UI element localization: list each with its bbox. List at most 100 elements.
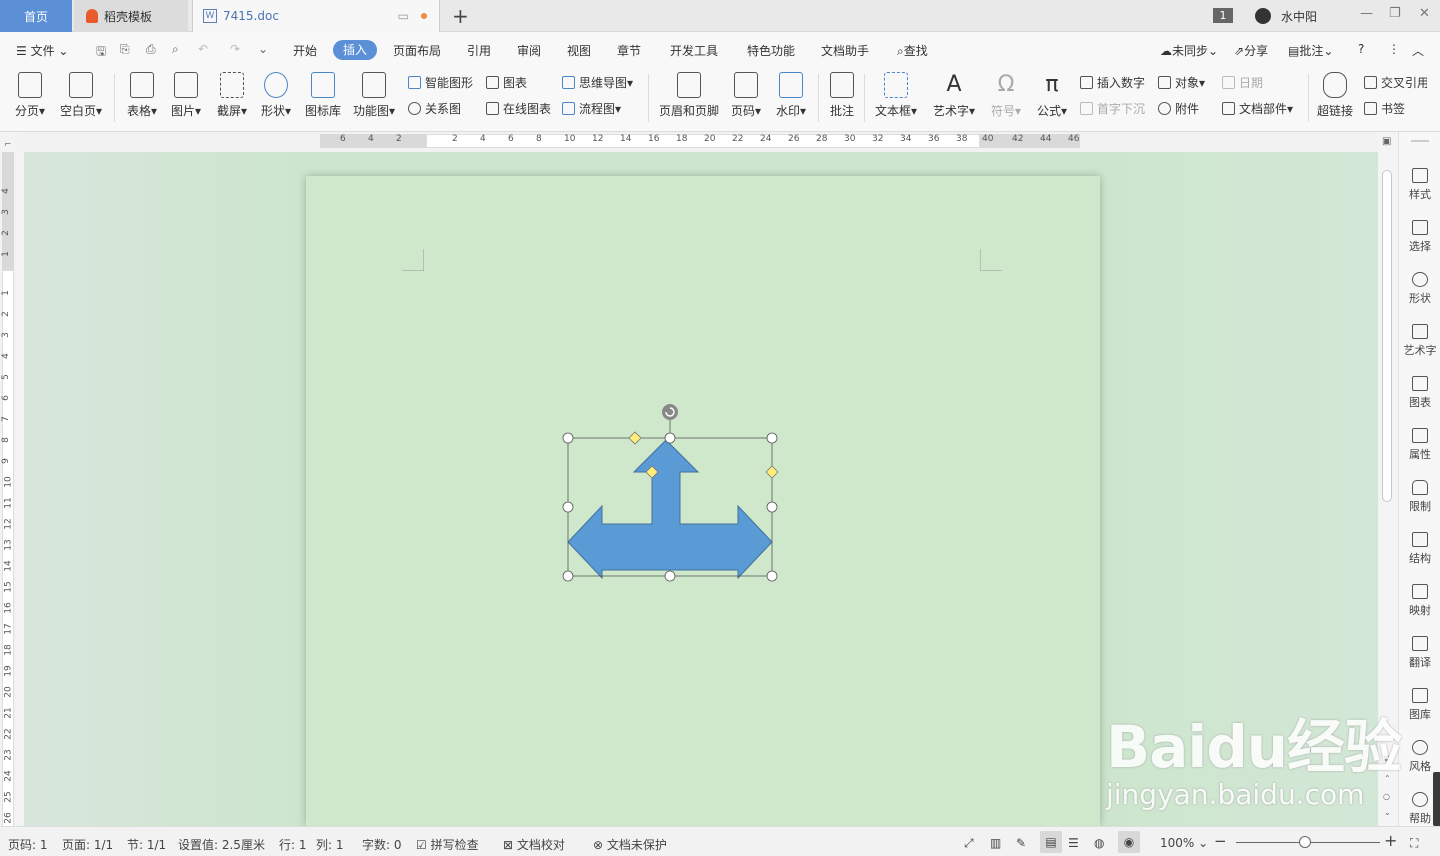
picture-button[interactable]: 图片▾ xyxy=(166,72,206,119)
zoom-in-button[interactable]: + xyxy=(1384,831,1397,850)
save-icon[interactable]: 🖫 xyxy=(96,42,106,63)
resize-handle-n[interactable] xyxy=(664,432,676,444)
comment-button[interactable]: ▤批注⌄ xyxy=(1288,42,1333,59)
icon-library-button[interactable]: 图标库 xyxy=(302,72,344,119)
up-left-right-arrow-shape[interactable] xyxy=(567,439,773,580)
panel-structure[interactable]: 结构 xyxy=(1399,532,1440,566)
online-chart-button[interactable]: 在线图表 xyxy=(486,100,551,117)
page-view-icon[interactable]: ▤ xyxy=(1040,831,1062,853)
tab-stop-icon[interactable]: ⌐ xyxy=(4,140,12,150)
menu-page-layout[interactable]: 页面布局 xyxy=(393,42,441,59)
tab-daoke-template[interactable]: 稻壳模板 xyxy=(74,0,188,32)
horizontal-ruler[interactable]: 6 4 2 2 4 6 8 10 12 14 16 18 20 22 24 26 28 30 32 34 36 38 40 4… xyxy=(20,132,1378,152)
spell-check-button[interactable]: ☑ 拼写检查 xyxy=(416,836,479,853)
file-menu[interactable]: ☰ 文件 ⌄ xyxy=(16,42,68,59)
resize-handle-nw[interactable] xyxy=(562,432,574,444)
annotate-button[interactable]: 批注 xyxy=(826,72,858,119)
attachment-button[interactable]: 附件 xyxy=(1158,100,1199,117)
menu-features[interactable]: 特色功能 xyxy=(747,42,795,59)
zoom-level[interactable]: 100% ⌄ xyxy=(1160,836,1208,850)
resize-handle-s[interactable] xyxy=(664,570,676,582)
share-button[interactable]: ⇗分享 xyxy=(1234,42,1268,59)
blank-page-button[interactable]: 空白页▾ xyxy=(56,72,106,119)
screenshot-button[interactable]: 截屏▾ xyxy=(212,72,252,119)
relation-chart-button[interactable]: 关系图 xyxy=(408,100,461,117)
shape-button[interactable]: 形状▾ xyxy=(256,72,296,119)
arrow-shape-selection[interactable] xyxy=(562,402,782,584)
textbox-button[interactable]: 文本框▾ xyxy=(872,72,920,119)
panel-theme[interactable]: 风格 xyxy=(1399,740,1440,774)
formula-button[interactable]: π 公式▾ xyxy=(1034,72,1070,119)
doc-protection-button[interactable]: ⊗ 文档未保护 xyxy=(593,836,667,853)
document-page[interactable] xyxy=(306,176,1100,826)
new-tab-button[interactable]: + xyxy=(452,4,469,28)
help-icon[interactable]: ? xyxy=(1358,42,1364,56)
menu-insert[interactable]: 插入 xyxy=(333,40,377,60)
bookmark-button[interactable]: 书签 xyxy=(1364,100,1405,117)
split-view-icon[interactable]: ▣ xyxy=(1382,136,1391,147)
sync-button[interactable]: ☁未同步⌄ xyxy=(1160,42,1218,59)
menu-doc-assistant[interactable]: 文档助手 xyxy=(821,42,869,59)
status-row[interactable]: 行: 1 xyxy=(279,836,307,853)
fit-window-icon[interactable]: ⛶ xyxy=(1410,836,1418,851)
undo-icon[interactable]: ↶ xyxy=(198,42,208,56)
search-button[interactable]: ⌕查找 xyxy=(897,42,928,59)
status-page-number[interactable]: 页码: 1 xyxy=(8,836,48,853)
panel-gallery[interactable]: 图库 xyxy=(1399,688,1440,722)
window-count-badge[interactable]: 1 xyxy=(1213,8,1233,23)
wordart-button[interactable]: A 艺术字▾ xyxy=(930,72,978,119)
panel-mapping[interactable]: 映射 xyxy=(1399,584,1440,618)
page-break-button[interactable]: 分页▾ xyxy=(10,72,50,119)
tab-pin-icon[interactable]: ▭ xyxy=(398,9,409,23)
more-options-icon[interactable]: ⋮ xyxy=(1388,42,1400,56)
cross-reference-button[interactable]: 交叉引用 xyxy=(1364,74,1427,91)
menu-chapter[interactable]: 章节 xyxy=(617,42,641,59)
object-button[interactable]: 对象 ▾ xyxy=(1158,74,1205,91)
print-icon[interactable]: ⎙ xyxy=(146,42,156,57)
collapse-ribbon-icon[interactable]: ︿ xyxy=(1412,42,1424,59)
symbol-button[interactable]: Ω 符号▾ xyxy=(988,72,1024,119)
status-column[interactable]: 列: 1 xyxy=(316,836,344,853)
watermark-button[interactable]: 水印▾ xyxy=(772,72,810,119)
tab-home[interactable]: 首页 xyxy=(0,0,72,32)
menu-start[interactable]: 开始 xyxy=(293,42,317,59)
panel-properties[interactable]: 属性 xyxy=(1399,428,1440,462)
panel-select[interactable]: 选择 xyxy=(1399,220,1440,254)
date-button[interactable]: 日期 xyxy=(1222,74,1263,91)
page-number-button[interactable]: 页码▾ xyxy=(728,72,764,119)
redo-icon[interactable]: ↷ xyxy=(230,42,240,56)
flowchart-button[interactable]: 流程图 ▾ xyxy=(562,100,621,117)
mind-map-button[interactable]: 思维导图 ▾ xyxy=(562,74,633,91)
menu-developer[interactable]: 开发工具 xyxy=(670,42,718,59)
table-button[interactable]: 表格▾ xyxy=(122,72,162,119)
smart-art-button[interactable]: 智能图形 xyxy=(408,74,473,91)
print-preview-icon[interactable]: ⌕ xyxy=(172,42,179,57)
fullscreen-icon[interactable]: ⤢ xyxy=(964,836,974,851)
outline-view-icon[interactable]: ☰ xyxy=(1068,836,1079,850)
adjust-handle-1[interactable] xyxy=(628,431,642,445)
web-view-icon[interactable]: ◍ xyxy=(1094,836,1104,850)
panel-restrict[interactable]: 限制 xyxy=(1399,480,1440,514)
menu-review[interactable]: 审阅 xyxy=(517,42,541,59)
resize-handle-w[interactable] xyxy=(562,501,574,513)
menu-view[interactable]: 视图 xyxy=(567,42,591,59)
eye-protect-icon[interactable]: ◉ xyxy=(1118,831,1140,853)
resize-handle-ne[interactable] xyxy=(766,432,778,444)
status-page[interactable]: 页面: 1/1 xyxy=(62,836,113,853)
write-mode-icon[interactable]: ✎ xyxy=(1016,836,1026,850)
chart-button[interactable]: 图表 xyxy=(486,74,527,91)
format-painter-icon[interactable]: ⎘ xyxy=(120,42,130,57)
drop-cap-button[interactable]: 首字下沉 xyxy=(1080,100,1145,117)
tab-document[interactable]: W 7415.doc ▭ xyxy=(192,0,440,32)
resize-handle-sw[interactable] xyxy=(562,570,574,582)
insert-number-button[interactable]: 插入数字 xyxy=(1080,74,1145,91)
adjust-handle-3[interactable] xyxy=(765,465,779,479)
minimize-icon[interactable]: — xyxy=(1360,6,1373,21)
restore-icon[interactable]: ❐ xyxy=(1389,6,1401,21)
rotate-handle-icon[interactable] xyxy=(662,404,678,420)
read-mode-icon[interactable]: ▥ xyxy=(990,836,1001,850)
user-name[interactable]: 水中阳 xyxy=(1281,8,1317,25)
resize-handle-se[interactable] xyxy=(766,570,778,582)
panel-translate[interactable]: 翻译 xyxy=(1399,636,1440,670)
close-icon[interactable]: ✕ xyxy=(1419,6,1430,21)
